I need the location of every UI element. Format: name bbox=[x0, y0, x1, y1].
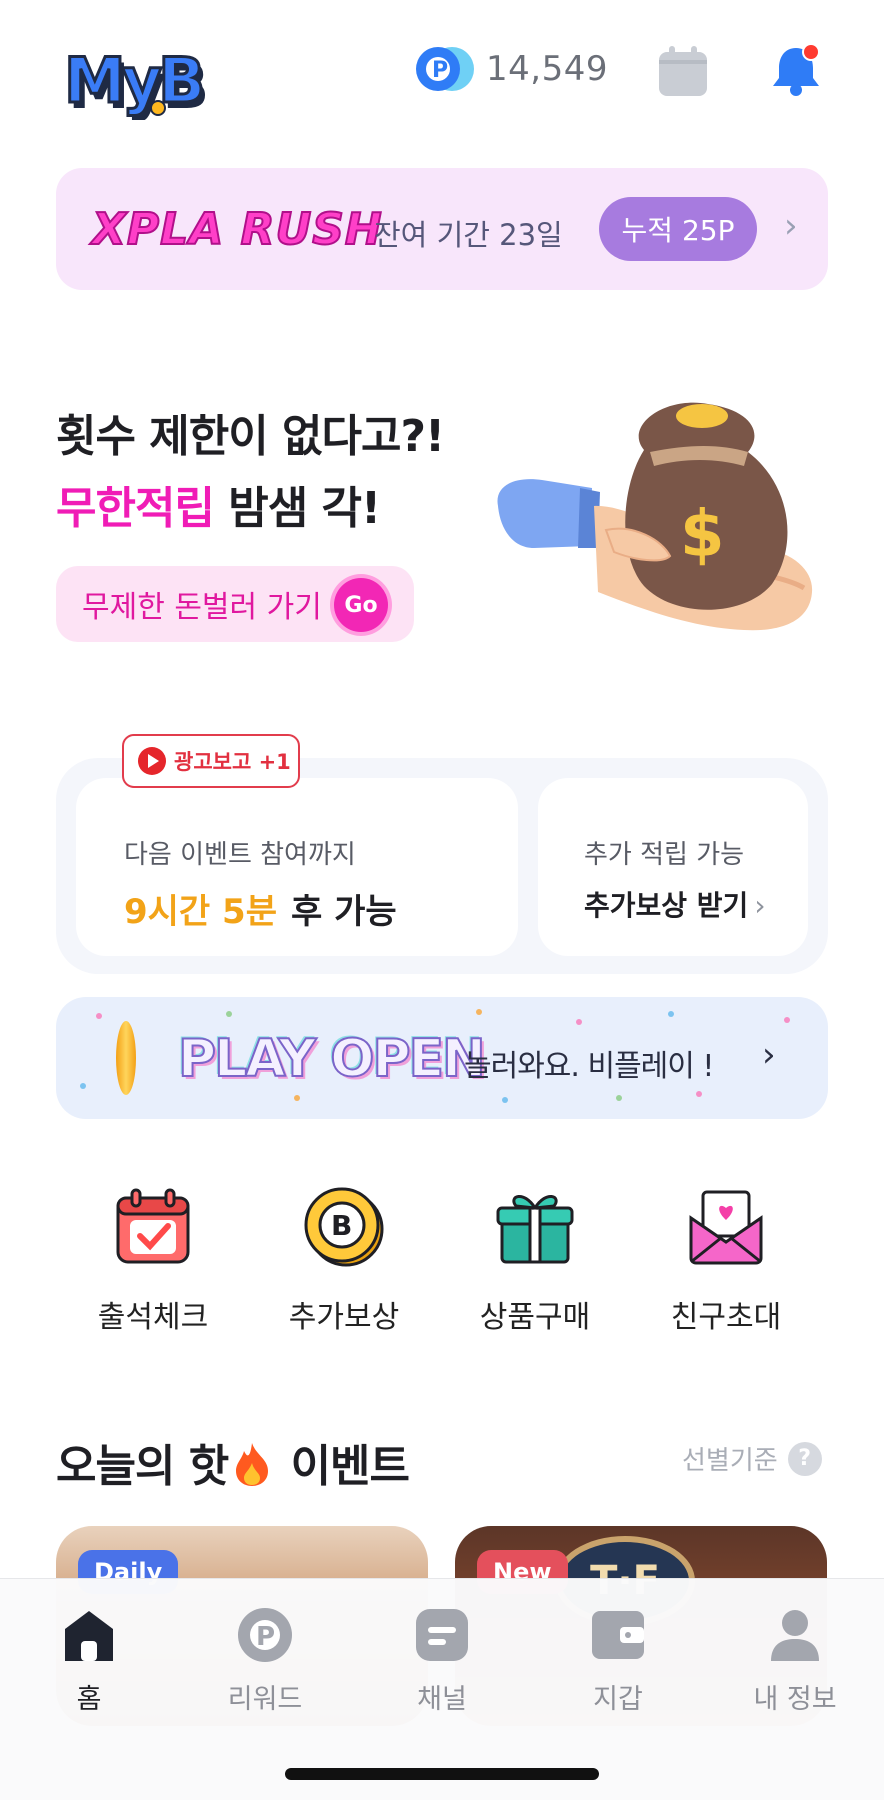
p-coin-icon: P bbox=[416, 47, 474, 91]
next-event-countdown: 9시간 5분 후 가능 bbox=[124, 884, 397, 933]
home-icon bbox=[65, 1611, 113, 1661]
calendar-icon[interactable] bbox=[655, 44, 711, 100]
nav-label: 채널 bbox=[417, 1684, 467, 1715]
help-icon: ? bbox=[787, 1441, 822, 1476]
extra-reward-label: 추가 적립 가능 bbox=[584, 840, 745, 870]
hot-title-before: 오늘의 핫 bbox=[56, 1441, 229, 1492]
quick-action-shop[interactable]: 상품구매 bbox=[450, 1186, 620, 1336]
b-coin-icon bbox=[116, 1021, 136, 1095]
fire-icon bbox=[236, 1443, 269, 1486]
chevron-right-icon: › bbox=[762, 1035, 776, 1075]
unlimited-earn-label: 무제한 돈벌러 가기 bbox=[82, 590, 322, 625]
quick-action-label: 친구초대 bbox=[670, 1300, 782, 1335]
quick-action-label: 추가보상 bbox=[288, 1300, 400, 1335]
hero-headline-line2: 무한적립 밤샘 각! bbox=[56, 472, 381, 536]
play-open-title: PLAY OPEN bbox=[177, 1028, 487, 1090]
svg-text:MyB: MyB bbox=[64, 44, 201, 117]
calendar-check-icon bbox=[116, 1188, 190, 1264]
selection-criteria-label: 선별기준 bbox=[682, 1446, 778, 1476]
hot-title-after: 이벤트 bbox=[276, 1441, 410, 1492]
extra-reward-panel[interactable]: 추가 적립 가능 추가보상 받기 › bbox=[538, 778, 808, 956]
b-coin-icon: B bbox=[304, 1187, 384, 1267]
play-open-banner[interactable]: PLAY OPEN 놀러와요. 비플레이 ! › bbox=[56, 997, 828, 1119]
hero-headline-line1: 횟수 제한이 없다고?! bbox=[56, 411, 445, 462]
home-indicator bbox=[285, 1768, 599, 1780]
nav-label: 지갑 bbox=[593, 1684, 643, 1715]
rush-title: XPLA RUSH bbox=[91, 203, 383, 256]
channel-icon bbox=[416, 1609, 468, 1661]
nav-tab-channel[interactable]: 채널 bbox=[377, 1607, 507, 1717]
rush-accumulated-badge[interactable]: 누적 25P bbox=[599, 197, 757, 261]
points-value: 14,549 bbox=[486, 49, 608, 89]
svg-text:$: $ bbox=[680, 498, 725, 572]
reward-p-icon: P bbox=[238, 1608, 292, 1662]
quick-action-invite-friend[interactable]: 친구초대 bbox=[641, 1186, 811, 1336]
rush-remaining-period: 잔여 기간 23일 bbox=[374, 218, 563, 252]
quick-action-attendance[interactable]: 출석체크 bbox=[68, 1186, 238, 1336]
nav-label: 리워드 bbox=[227, 1684, 303, 1715]
nav-label: 홈 bbox=[76, 1684, 102, 1715]
chevron-right-icon: › bbox=[754, 889, 766, 922]
countdown-time: 9시간 5분 bbox=[124, 892, 277, 932]
svg-text:P: P bbox=[256, 1622, 275, 1652]
app-header: MyB MyB P 14,549 bbox=[0, 0, 884, 150]
money-bag-hand-illustration: $ bbox=[497, 402, 813, 631]
points-balance[interactable]: P 14,549 bbox=[412, 44, 608, 94]
hot-events-title: 오늘의 핫 이벤트 bbox=[56, 1430, 410, 1494]
unlimited-earn-button[interactable]: 무제한 돈벌러 가기 Go bbox=[56, 566, 414, 642]
myb-logo[interactable]: MyB MyB bbox=[60, 38, 230, 121]
chevron-right-icon: › bbox=[784, 206, 798, 246]
quick-action-label: 상품구매 bbox=[479, 1300, 591, 1335]
bell-icon[interactable] bbox=[765, 40, 827, 102]
nav-tab-reward[interactable]: P 리워드 bbox=[200, 1607, 330, 1717]
hero-accent-text: 무한적립 bbox=[56, 483, 215, 534]
nav-label: 내 정보 bbox=[753, 1684, 837, 1715]
quick-action-label: 출석체크 bbox=[97, 1300, 209, 1335]
extra-reward-link[interactable]: 추가보상 받기 › bbox=[584, 884, 766, 924]
invite-envelope-icon bbox=[689, 1190, 763, 1265]
xpla-rush-banner[interactable]: XPLA RUSH 잔여 기간 23일 누적 25P › bbox=[56, 168, 828, 290]
nav-tab-wallet[interactable]: 지갑 bbox=[553, 1607, 683, 1717]
next-event-panel[interactable]: 다음 이벤트 참여까지 9시간 5분 후 가능 bbox=[76, 778, 518, 956]
profile-icon bbox=[771, 1610, 819, 1661]
event-countdown-card: 다음 이벤트 참여까지 9시간 5분 후 가능 추가 적립 가능 추가보상 받기 › bbox=[56, 758, 828, 974]
watch-ad-tag[interactable]: 광고보고 +1 bbox=[122, 734, 300, 788]
watch-ad-label: 광고보고 +1 bbox=[174, 750, 291, 774]
svg-text:B: B bbox=[331, 1209, 352, 1242]
nav-tab-home[interactable]: 홈 bbox=[24, 1607, 154, 1717]
play-open-subtitle: 놀러와요. 비플레이 ! bbox=[464, 1049, 714, 1084]
gift-icon bbox=[496, 1195, 574, 1264]
svg-text:P: P bbox=[432, 58, 448, 83]
go-badge: Go bbox=[334, 578, 388, 632]
nav-tab-profile[interactable]: 내 정보 bbox=[730, 1607, 860, 1717]
notification-dot bbox=[802, 43, 820, 61]
wallet-icon bbox=[592, 1611, 644, 1659]
play-icon bbox=[138, 747, 166, 775]
next-event-label: 다음 이벤트 참여까지 bbox=[124, 840, 356, 870]
selection-criteria-link[interactable]: 선별기준 ? bbox=[682, 1440, 822, 1477]
quick-action-extra-reward[interactable]: B 추가보상 bbox=[259, 1186, 429, 1336]
countdown-suffix: 후 가능 bbox=[291, 892, 397, 932]
hero-line2-rest: 밤샘 각! bbox=[213, 483, 381, 534]
extra-reward-action: 추가보상 받기 bbox=[584, 889, 749, 922]
bottom-navigation: 홈 P 리워드 채널 지갑 내 정보 bbox=[0, 1578, 884, 1800]
